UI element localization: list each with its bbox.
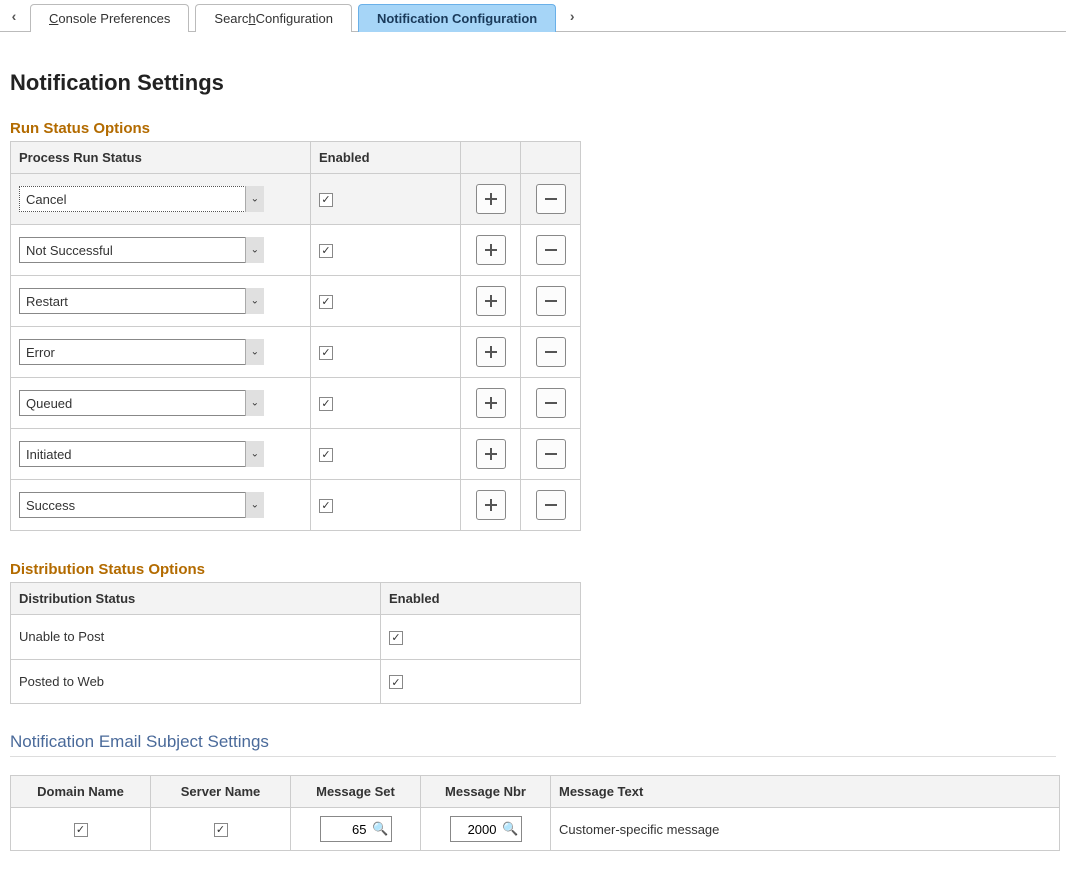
run-status-row: Success⌄ bbox=[11, 480, 581, 531]
process-run-status-select[interactable]: Not Successful bbox=[19, 237, 264, 263]
run-status-row: Restart⌄ bbox=[11, 276, 581, 327]
add-row-button[interactable] bbox=[476, 490, 506, 520]
plus-icon bbox=[484, 192, 498, 206]
remove-row-button[interactable] bbox=[536, 337, 566, 367]
server-name-checkbox[interactable] bbox=[214, 823, 228, 837]
tab-search-configuration[interactable]: Search Configuration bbox=[195, 4, 352, 32]
enabled-checkbox[interactable] bbox=[319, 346, 333, 360]
add-row-button[interactable] bbox=[476, 439, 506, 469]
enabled-checkbox[interactable] bbox=[319, 499, 333, 513]
chevron-right-icon: › bbox=[570, 8, 575, 24]
dist-status-label: Unable to Post bbox=[19, 629, 104, 644]
remove-row-button[interactable] bbox=[536, 439, 566, 469]
process-run-status-select[interactable]: Restart bbox=[19, 288, 264, 314]
tab-scroll-right[interactable]: › bbox=[562, 2, 582, 30]
enabled-checkbox[interactable] bbox=[389, 675, 403, 689]
enabled-checkbox[interactable] bbox=[389, 631, 403, 645]
col-message-nbr: Message Nbr bbox=[421, 776, 551, 808]
col-message-text: Message Text bbox=[551, 776, 1060, 808]
enabled-checkbox[interactable] bbox=[319, 448, 333, 462]
message-set-input[interactable] bbox=[321, 820, 371, 839]
run-status-row: Queued⌄ bbox=[11, 378, 581, 429]
email-subject-row: 🔍🔍Customer-specific message bbox=[11, 808, 1060, 851]
minus-icon bbox=[544, 447, 558, 461]
tab-console-preferences[interactable]: Console Preferences bbox=[30, 4, 189, 32]
col-add bbox=[461, 142, 521, 174]
section-dist-status-title: Distribution Status Options bbox=[10, 561, 1056, 578]
col-remove bbox=[521, 142, 581, 174]
minus-icon bbox=[544, 192, 558, 206]
message-nbr-input[interactable] bbox=[451, 820, 501, 839]
search-icon: 🔍 bbox=[502, 821, 518, 837]
run-status-row: Cancel⌄ bbox=[11, 174, 581, 225]
col-enabled: Enabled bbox=[311, 142, 461, 174]
minus-icon bbox=[544, 345, 558, 359]
plus-icon bbox=[484, 396, 498, 410]
dist-status-label: Posted to Web bbox=[19, 674, 104, 689]
chevron-left-icon: ‹ bbox=[12, 8, 17, 24]
process-run-status-select[interactable]: Error bbox=[19, 339, 264, 365]
process-run-status-select[interactable]: Success bbox=[19, 492, 264, 518]
col-dist-status: Distribution Status bbox=[11, 583, 381, 615]
add-row-button[interactable] bbox=[476, 235, 506, 265]
col-message-set: Message Set bbox=[291, 776, 421, 808]
minus-icon bbox=[544, 498, 558, 512]
process-run-status-select[interactable]: Initiated bbox=[19, 441, 264, 467]
remove-row-button[interactable] bbox=[536, 235, 566, 265]
email-subject-table: Domain Name Server Name Message Set Mess… bbox=[10, 775, 1060, 851]
enabled-checkbox[interactable] bbox=[319, 244, 333, 258]
plus-icon bbox=[484, 447, 498, 461]
tab-notification-configuration[interactable]: Notification Configuration bbox=[358, 4, 556, 32]
enabled-checkbox[interactable] bbox=[319, 295, 333, 309]
remove-row-button[interactable] bbox=[536, 184, 566, 214]
enabled-checkbox[interactable] bbox=[319, 193, 333, 207]
minus-icon bbox=[544, 294, 558, 308]
section-email-subject-title: Notification Email Subject Settings bbox=[10, 732, 1056, 757]
col-server-name: Server Name bbox=[151, 776, 291, 808]
run-status-table: Process Run Status Enabled Cancel⌄Not Su… bbox=[10, 141, 581, 531]
col-process-run-status: Process Run Status bbox=[11, 142, 311, 174]
lookup-icon[interactable]: 🔍 bbox=[501, 821, 521, 837]
add-row-button[interactable] bbox=[476, 286, 506, 316]
minus-icon bbox=[544, 396, 558, 410]
col-domain-name: Domain Name bbox=[11, 776, 151, 808]
col-dist-enabled: Enabled bbox=[381, 583, 581, 615]
remove-row-button[interactable] bbox=[536, 388, 566, 418]
lookup-icon[interactable]: 🔍 bbox=[371, 821, 391, 837]
add-row-button[interactable] bbox=[476, 388, 506, 418]
process-run-status-select[interactable]: Queued bbox=[19, 390, 264, 416]
plus-icon bbox=[484, 243, 498, 257]
plus-icon bbox=[484, 498, 498, 512]
page-title: Notification Settings bbox=[10, 70, 1056, 96]
minus-icon bbox=[544, 243, 558, 257]
tab-bar: ‹ Console PreferencesSearch Configuratio… bbox=[0, 0, 1066, 32]
tab-scroll-left[interactable]: ‹ bbox=[4, 2, 24, 30]
dist-status-row: Posted to Web bbox=[11, 659, 581, 704]
plus-icon bbox=[484, 345, 498, 359]
domain-name-checkbox[interactable] bbox=[74, 823, 88, 837]
remove-row-button[interactable] bbox=[536, 490, 566, 520]
remove-row-button[interactable] bbox=[536, 286, 566, 316]
add-row-button[interactable] bbox=[476, 337, 506, 367]
plus-icon bbox=[484, 294, 498, 308]
run-status-row: Not Successful⌄ bbox=[11, 225, 581, 276]
dist-status-table: Distribution Status Enabled Unable to Po… bbox=[10, 582, 581, 704]
run-status-row: Initiated⌄ bbox=[11, 429, 581, 480]
section-run-status-title: Run Status Options bbox=[10, 120, 1056, 137]
enabled-checkbox[interactable] bbox=[319, 397, 333, 411]
run-status-row: Error⌄ bbox=[11, 327, 581, 378]
process-run-status-select[interactable]: Cancel bbox=[19, 186, 264, 212]
search-icon: 🔍 bbox=[372, 821, 388, 837]
dist-status-row: Unable to Post bbox=[11, 615, 581, 660]
add-row-button[interactable] bbox=[476, 184, 506, 214]
